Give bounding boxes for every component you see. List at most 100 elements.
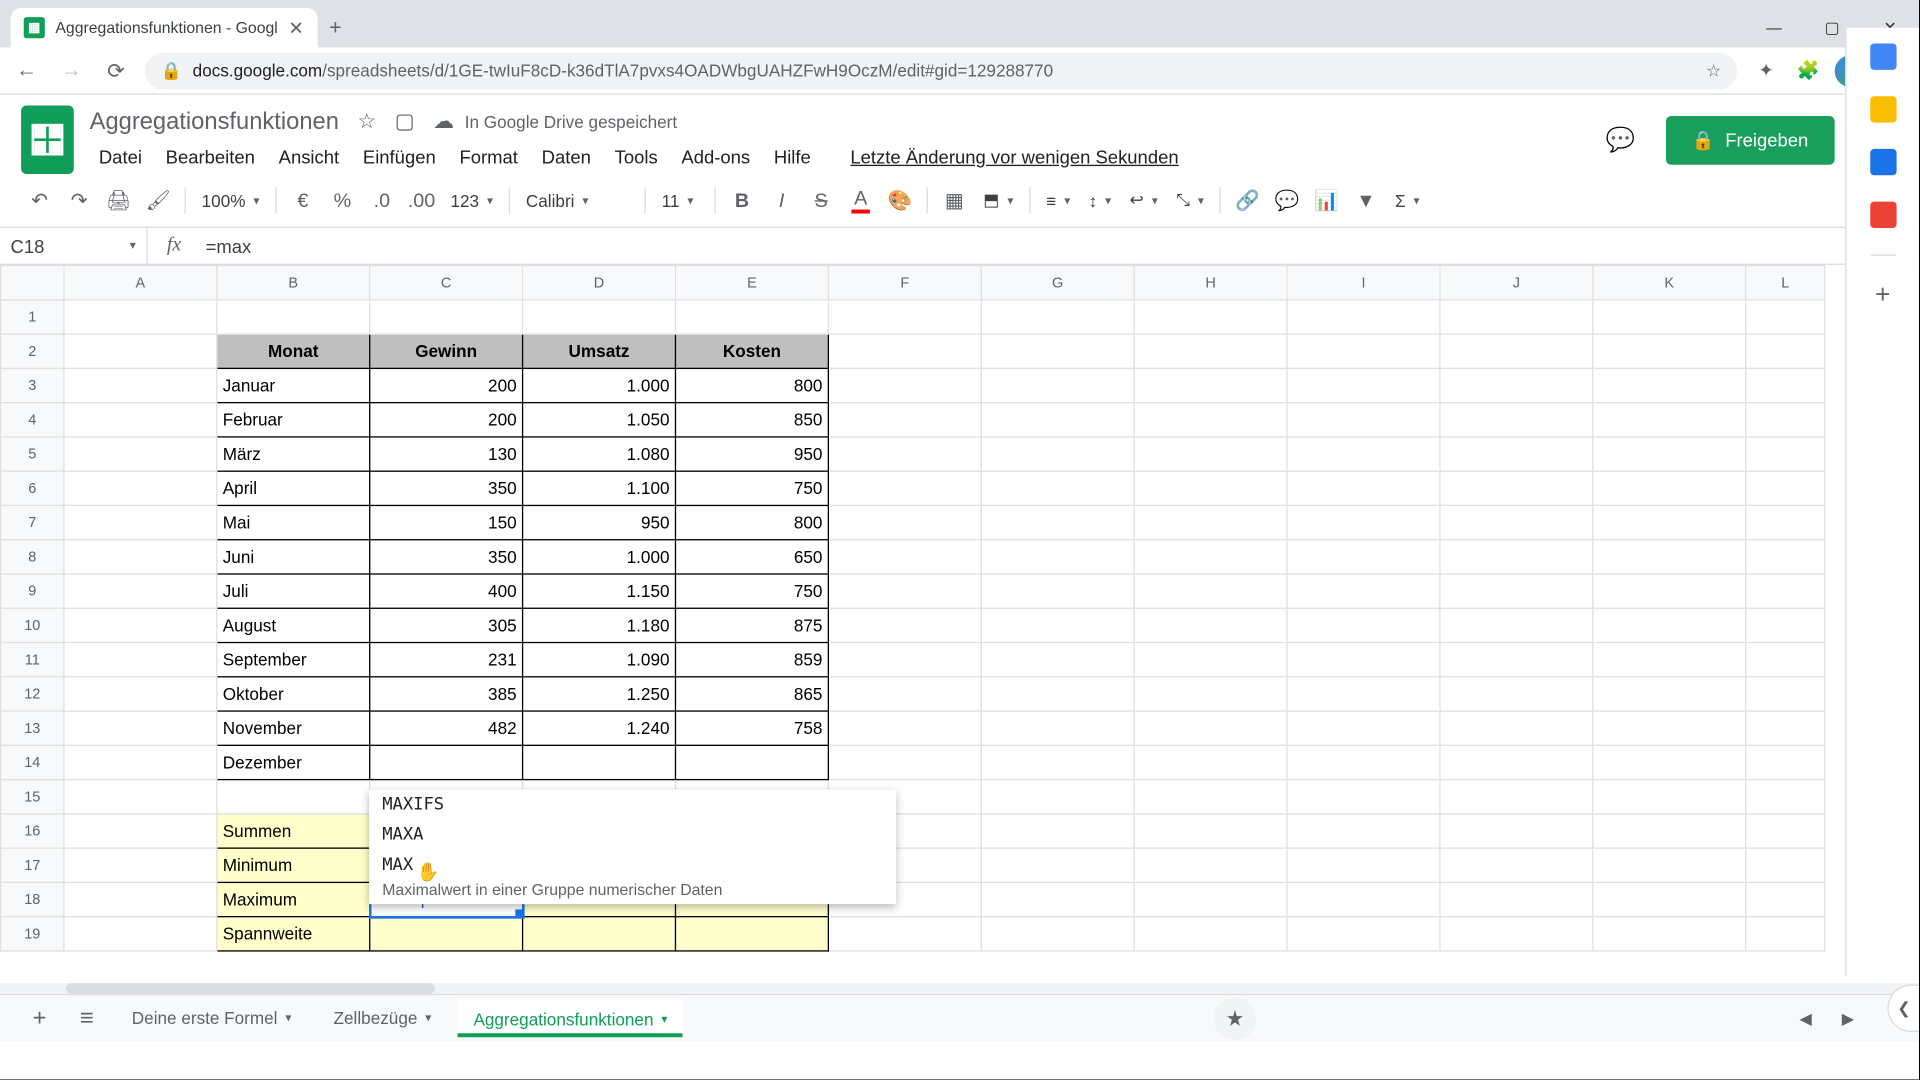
cell[interactable]: 350: [370, 471, 523, 505]
cell[interactable]: Juni: [217, 540, 370, 574]
cell[interactable]: [981, 848, 1134, 882]
cell[interactable]: [64, 334, 217, 368]
cell[interactable]: [1440, 917, 1593, 951]
functions-button[interactable]: Σ: [1387, 190, 1427, 210]
row-header[interactable]: 9: [1, 574, 64, 608]
bold-button[interactable]: B: [724, 182, 761, 219]
cell[interactable]: [1287, 574, 1440, 608]
cell[interactable]: [828, 540, 981, 574]
cell[interactable]: [64, 677, 217, 711]
cell[interactable]: [1287, 848, 1440, 882]
cell[interactable]: [828, 745, 981, 779]
cell[interactable]: [1593, 403, 1746, 437]
cell[interactable]: [1440, 471, 1593, 505]
cell[interactable]: April: [217, 471, 370, 505]
extensions-icon[interactable]: ✦: [1750, 55, 1782, 87]
cell[interactable]: 1.150: [523, 574, 676, 608]
cell[interactable]: [828, 300, 981, 334]
col-header[interactable]: D: [523, 266, 676, 300]
cell[interactable]: Monat: [217, 334, 370, 368]
cell[interactable]: 758: [675, 711, 828, 745]
row-header[interactable]: 17: [1, 848, 64, 882]
formula-input[interactable]: =max: [200, 235, 1919, 256]
cell[interactable]: [1746, 814, 1825, 848]
cell[interactable]: [981, 471, 1134, 505]
cell[interactable]: [1440, 300, 1593, 334]
cell[interactable]: 200: [370, 368, 523, 402]
cell[interactable]: Februar: [217, 403, 370, 437]
cell[interactable]: Juli: [217, 574, 370, 608]
cell[interactable]: [1746, 917, 1825, 951]
cell[interactable]: [1134, 882, 1287, 916]
cell[interactable]: [675, 917, 828, 951]
menu-daten[interactable]: Daten: [532, 140, 600, 172]
text-color-button[interactable]: A: [842, 182, 879, 219]
cell[interactable]: [828, 643, 981, 677]
cell[interactable]: [64, 608, 217, 642]
col-header[interactable]: A: [64, 266, 217, 300]
document-title[interactable]: Aggregationsfunktionen: [90, 107, 339, 135]
row-header[interactable]: 8: [1, 540, 64, 574]
row-header[interactable]: 7: [1, 505, 64, 539]
sheet-tab-active[interactable]: Aggregationsfunktionen: [458, 999, 684, 1037]
cell[interactable]: [64, 814, 217, 848]
print-button[interactable]: 🖨: [100, 182, 137, 219]
cell[interactable]: 385: [370, 677, 523, 711]
cell[interactable]: [1593, 848, 1746, 882]
cell[interactable]: [1593, 437, 1746, 471]
borders-button[interactable]: ▦: [936, 182, 973, 219]
cell[interactable]: März: [217, 437, 370, 471]
cell[interactable]: [981, 882, 1134, 916]
autocomplete-item[interactable]: MAX: [369, 850, 896, 880]
close-tab-icon[interactable]: ✕: [288, 16, 303, 38]
cell[interactable]: [1287, 540, 1440, 574]
cell[interactable]: [828, 505, 981, 539]
cell[interactable]: [1593, 471, 1746, 505]
cell[interactable]: [981, 540, 1134, 574]
cell[interactable]: [1287, 643, 1440, 677]
cell[interactable]: [1287, 780, 1440, 814]
cell[interactable]: [1287, 505, 1440, 539]
cell[interactable]: [1134, 574, 1287, 608]
number-format-select[interactable]: 123: [443, 190, 501, 210]
last-edit-link[interactable]: Letzte Änderung vor wenigen Sekunden: [841, 140, 1188, 172]
cell[interactable]: Mai: [217, 505, 370, 539]
cell[interactable]: [1746, 368, 1825, 402]
cell[interactable]: August: [217, 608, 370, 642]
cell[interactable]: [370, 745, 523, 779]
sheet-tab[interactable]: Deine erste Formel: [116, 1000, 307, 1036]
cell[interactable]: 800: [675, 505, 828, 539]
cell[interactable]: [828, 574, 981, 608]
cell[interactable]: [1134, 814, 1287, 848]
cell[interactable]: [1440, 882, 1593, 916]
cell[interactable]: 1.250: [523, 677, 676, 711]
calendar-icon[interactable]: [1870, 43, 1896, 69]
browser-tab[interactable]: ▦ Aggregationsfunktionen - Googl ✕: [11, 8, 317, 48]
cell[interactable]: [1746, 300, 1825, 334]
cell[interactable]: [64, 471, 217, 505]
cell[interactable]: Umsatz: [523, 334, 676, 368]
cell[interactable]: [1440, 368, 1593, 402]
cell[interactable]: [64, 643, 217, 677]
cell[interactable]: [828, 711, 981, 745]
cell[interactable]: [1287, 745, 1440, 779]
menu-ansicht[interactable]: Ansicht: [269, 140, 348, 172]
cell[interactable]: [523, 300, 676, 334]
maps-icon[interactable]: [1870, 202, 1896, 228]
add-sheet-button[interactable]: +: [21, 1000, 58, 1037]
cell[interactable]: [1440, 540, 1593, 574]
keep-icon[interactable]: [1870, 96, 1896, 122]
cell[interactable]: [1287, 608, 1440, 642]
cell[interactable]: [1746, 643, 1825, 677]
cell[interactable]: [64, 437, 217, 471]
comments-button[interactable]: 💬: [1597, 116, 1644, 163]
cell[interactable]: 750: [675, 471, 828, 505]
cell[interactable]: [981, 505, 1134, 539]
cell[interactable]: [1746, 505, 1825, 539]
cell[interactable]: [1134, 917, 1287, 951]
minimize-button[interactable]: ―: [1745, 8, 1803, 48]
scroll-right-icon[interactable]: ▶: [1829, 1000, 1866, 1037]
cell[interactable]: [981, 677, 1134, 711]
cell[interactable]: [981, 437, 1134, 471]
cell[interactable]: [1593, 334, 1746, 368]
